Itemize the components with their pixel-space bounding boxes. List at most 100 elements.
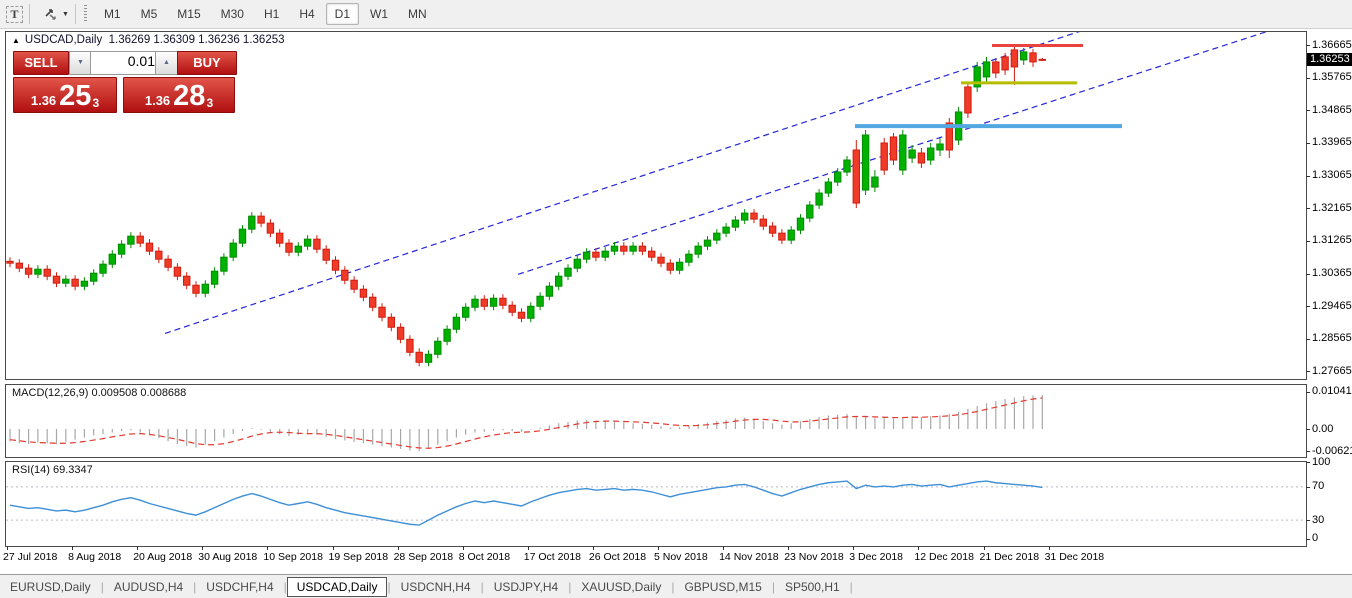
candle-body-bear: [500, 298, 506, 305]
date-tick-label: 31 Dec 2018: [1045, 551, 1105, 563]
date-tick-label: 17 Oct 2018: [524, 551, 581, 563]
timeframe-button-m1[interactable]: M1: [95, 3, 130, 25]
candle-body-bull: [602, 251, 608, 257]
candle-body-bear: [7, 261, 13, 263]
candle-body-bear: [853, 150, 859, 203]
volume-increase-button[interactable]: ▲: [155, 51, 178, 75]
text-tool-icon[interactable]: T: [6, 6, 23, 23]
tool-dropdown-icon[interactable]: ▼: [62, 11, 69, 18]
price-tick: [1306, 274, 1310, 275]
chart-tab-audusd[interactable]: AUDUSD,H4: [104, 578, 193, 596]
toolbar-grip-handle[interactable]: [84, 5, 87, 23]
chart-tab-usdchf[interactable]: USDCHF,H4: [196, 578, 283, 596]
candle-body-bear: [258, 216, 264, 223]
price-tick-label: 1.36665: [1312, 39, 1352, 51]
candle-body-bear: [388, 317, 394, 327]
collapse-triangle-icon[interactable]: ▲: [12, 36, 20, 45]
rsi-chart[interactable]: [6, 462, 1306, 546]
chart-tab-usdcad[interactable]: USDCAD,Daily: [287, 577, 388, 597]
candle-body-bear: [760, 219, 766, 226]
candle-body-bear: [342, 270, 348, 280]
timeframe-button-mn[interactable]: MN: [399, 3, 436, 25]
candle-body-bull: [797, 218, 803, 230]
lower-trendline[interactable]: [518, 32, 1278, 274]
price-tick-label: 1.35765: [1312, 71, 1352, 83]
date-tick: [333, 546, 334, 550]
date-tick-label: 21 Dec 2018: [980, 551, 1040, 563]
timeframe-button-h4[interactable]: H4: [290, 3, 323, 25]
volume-decrease-button[interactable]: ▼: [69, 51, 92, 75]
date-tick: [984, 546, 985, 550]
candle-body-bull: [556, 276, 562, 286]
date-tick-label: 10 Sep 2018: [263, 551, 323, 563]
chart-tab-gbpusd[interactable]: GBPUSD,M15: [674, 578, 771, 596]
candle-body-bull: [249, 216, 255, 229]
candle-body-bull: [528, 306, 534, 318]
rsi-panel[interactable]: [5, 461, 1307, 547]
buy-button[interactable]: BUY: [177, 51, 237, 75]
candle-body-bear: [593, 252, 599, 257]
candle-body-bear: [621, 246, 627, 251]
date-tick: [853, 546, 854, 550]
buy-price-pips: 28: [173, 83, 205, 109]
one-click-trading-widget: SELL ▼ 0.01 ▲ BUY 1.36 25 3 1.36 28 3: [13, 51, 235, 115]
chart-tab-eurusd[interactable]: EURUSD,Daily: [0, 578, 101, 596]
price-tick: [1306, 371, 1310, 372]
candle-body-bear: [416, 352, 422, 362]
candle-body-bull: [676, 262, 682, 270]
candle-body-bull: [230, 243, 236, 257]
price-tick-label: 1.34865: [1312, 104, 1352, 116]
sell-price-pips: 25: [59, 83, 91, 109]
rsi-tick-label: 100: [1312, 456, 1330, 468]
candle-body-bear: [25, 268, 31, 274]
candle-body-bear: [16, 263, 22, 268]
toolbar-separator: [75, 4, 76, 24]
candle-body-bull: [574, 259, 580, 268]
candle-body-bull: [91, 273, 97, 281]
date-tick: [137, 546, 138, 550]
upper-trendline[interactable]: [165, 32, 1090, 333]
candle-body-bear: [1030, 53, 1036, 62]
timeframe-button-m5[interactable]: M5: [132, 3, 167, 25]
chart-tab-usdjpy[interactable]: USDJPY,H4: [484, 578, 568, 596]
candle-body-bear: [286, 243, 292, 252]
candle-body-bull: [304, 239, 310, 246]
timeframe-toolbar: M1M5M15M30H1H4D1W1MN: [94, 3, 437, 25]
timeframe-button-m15[interactable]: M15: [168, 3, 209, 25]
timeframe-button-h1[interactable]: H1: [255, 3, 288, 25]
chart-header: ▲USDCAD,Daily 1.36269 1.36309 1.36236 1.…: [12, 34, 285, 46]
chart-tab-usdcnh[interactable]: USDCNH,H4: [391, 578, 481, 596]
crosshair-arrows-icon[interactable]: [42, 5, 60, 23]
candle-body-bear: [277, 233, 283, 243]
sell-price-panel[interactable]: 1.36 25 3: [13, 77, 117, 113]
timeframe-button-w1[interactable]: W1: [361, 3, 397, 25]
date-tick: [788, 546, 789, 550]
candle-body-bear: [146, 243, 152, 251]
candle-body-bull: [695, 246, 701, 254]
candle-body-bull: [816, 193, 822, 205]
macd-chart[interactable]: [6, 385, 1306, 457]
price-tick: [1306, 241, 1310, 242]
macd-panel[interactable]: [5, 384, 1307, 458]
timeframe-button-m30[interactable]: M30: [212, 3, 253, 25]
chart-tab-xauusd[interactable]: XAUUSD,Daily: [571, 578, 671, 596]
trading-platform-window: T ▼ M1M5M15M30H1H4D1W1MN ▲USDCAD,Daily 1…: [0, 0, 1352, 598]
candle-body-bull: [900, 135, 906, 170]
candle-body-bear: [156, 251, 162, 259]
price-tick-label: 1.29465: [1312, 300, 1352, 312]
volume-input[interactable]: 0.01: [90, 51, 162, 75]
date-tick: [72, 546, 73, 550]
date-tick-label: 27 Jul 2018: [3, 551, 57, 563]
timeframe-button-d1[interactable]: D1: [326, 3, 359, 25]
buy-price-panel[interactable]: 1.36 28 3: [123, 77, 235, 113]
candle-body-bear: [667, 263, 673, 270]
date-tick: [593, 546, 594, 550]
candle-body-bear: [397, 327, 403, 339]
sell-button[interactable]: SELL: [13, 51, 69, 75]
date-tick: [202, 546, 203, 550]
candle-body-bear: [658, 257, 664, 263]
price-tick-label: 1.27665: [1312, 365, 1352, 377]
toolbar-separator: [29, 4, 30, 24]
chart-tab-sp500[interactable]: SP500,H1: [775, 578, 850, 596]
rsi-title-label: RSI(14) 69.3347: [12, 464, 93, 476]
